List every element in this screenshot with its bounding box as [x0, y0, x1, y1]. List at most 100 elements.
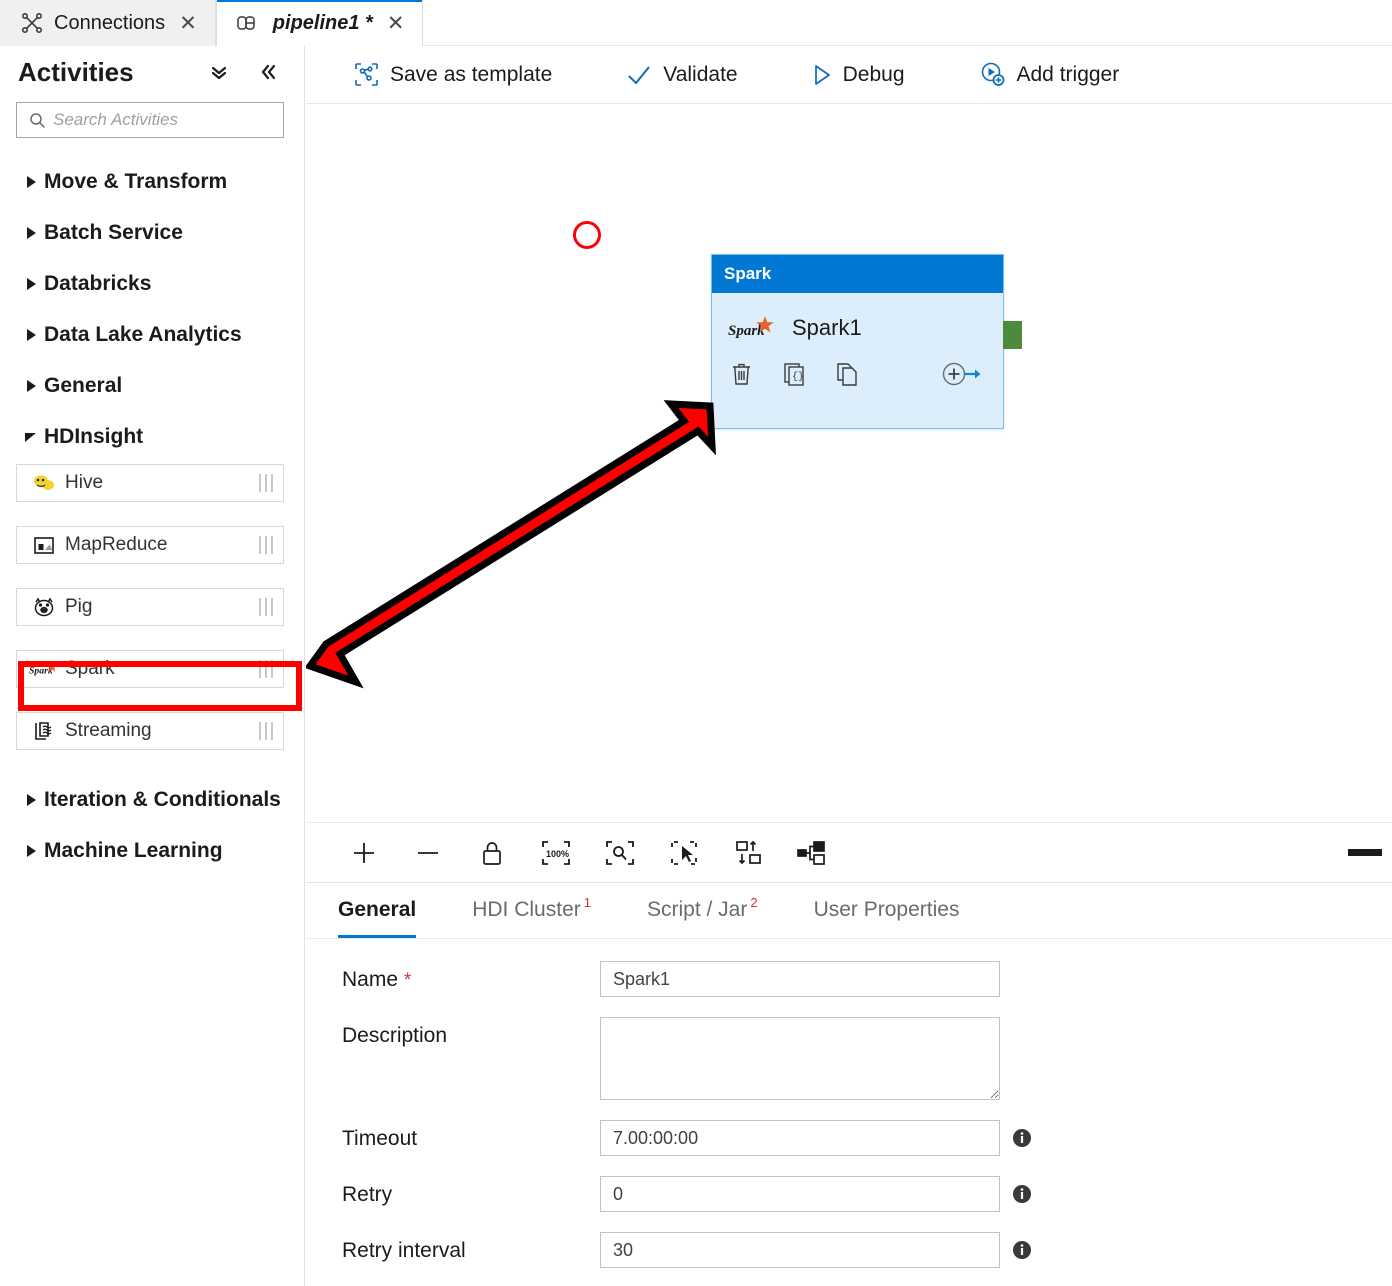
- pipeline-canvas[interactable]: Spark Spark Spark1 {}: [306, 104, 1392, 822]
- tab-general[interactable]: General: [338, 886, 417, 938]
- code-braces-icon[interactable]: {}: [783, 362, 806, 387]
- sidebar-category-machine-learning[interactable]: Machine Learning: [0, 825, 304, 876]
- drag-handle-icon[interactable]: [259, 722, 273, 740]
- activity-label: MapReduce: [65, 534, 168, 555]
- zoom-to-100-button[interactable]: 100%: [534, 831, 578, 875]
- double-chevron-down-icon[interactable]: [204, 57, 234, 87]
- pig-icon: [29, 596, 59, 618]
- node-layout-icon[interactable]: [790, 831, 834, 875]
- red-annotation-arrow: [306, 400, 716, 689]
- activity-item-streaming[interactable]: Streaming: [16, 712, 284, 750]
- cursor-select-icon[interactable]: [662, 831, 706, 875]
- node-activity-name: Spark1: [792, 315, 862, 340]
- zoom-out-button[interactable]: [406, 831, 450, 875]
- sidebar-category-data-lake-analytics[interactable]: Data Lake Analytics: [0, 309, 304, 360]
- node-main: Spark Spark1: [712, 293, 1003, 341]
- sidebar-category-general[interactable]: General: [0, 360, 304, 411]
- chevron-right-icon: [18, 844, 44, 858]
- sidebar-category-move-transform[interactable]: Move & Transform: [0, 156, 304, 207]
- field-row-retry: Retry: [342, 1176, 1392, 1212]
- info-icon[interactable]: [1012, 1128, 1032, 1148]
- field-label-timeout: Timeout: [342, 1127, 418, 1150]
- zoom-in-button[interactable]: [342, 831, 386, 875]
- double-chevron-left-icon[interactable]: [252, 57, 282, 87]
- field-label-name: Name *: [342, 961, 600, 992]
- category-label: General: [44, 373, 123, 397]
- trash-icon[interactable]: [730, 362, 753, 387]
- tab-user-properties[interactable]: User Properties: [814, 886, 960, 938]
- activity-label: Hive: [65, 472, 104, 493]
- output-connector-handle[interactable]: [1003, 321, 1022, 349]
- save-as-template-button[interactable]: Save as template: [354, 54, 574, 96]
- tab-script-jar[interactable]: Script / Jar 2: [647, 886, 758, 938]
- category-label: Machine Learning: [44, 838, 223, 862]
- tab-pipeline1-close[interactable]: ✕: [387, 13, 405, 34]
- properties-panel: General HDI Cluster 1 Script / Jar 2 Use…: [306, 882, 1392, 1286]
- activity-item-spark[interactable]: Spark Spark: [16, 650, 284, 688]
- tab-hdi-cluster-badge: 1: [583, 894, 591, 910]
- tab-connections-label: Connections: [54, 11, 166, 34]
- debug-button[interactable]: Debug: [812, 54, 927, 96]
- tab-hdi-cluster-label: HDI Cluster: [472, 898, 581, 921]
- description-textarea[interactable]: [600, 1017, 1000, 1100]
- info-icon[interactable]: [1012, 1240, 1032, 1260]
- checkmark-icon: [626, 63, 652, 87]
- tab-hdi-cluster[interactable]: HDI Cluster 1: [472, 886, 591, 938]
- node-action-bar: {}: [712, 341, 1003, 387]
- tab-script-jar-label: Script / Jar: [646, 898, 748, 921]
- pipeline-icon: [237, 14, 263, 32]
- activity-item-hive[interactable]: Hive: [16, 464, 284, 502]
- category-label: HDInsight: [44, 424, 144, 448]
- tab-user-properties-label: User Properties: [813, 898, 960, 921]
- name-input[interactable]: [600, 961, 1000, 997]
- auto-align-icon[interactable]: [726, 831, 770, 875]
- minimize-panel-bar[interactable]: [1348, 849, 1382, 856]
- copy-icon[interactable]: [836, 362, 859, 387]
- search-input[interactable]: [53, 104, 283, 136]
- add-output-arrow-icon[interactable]: [941, 361, 981, 387]
- sidebar-category-batch-service[interactable]: Batch Service: [0, 207, 304, 258]
- category-label: Iteration & Conditionals: [44, 787, 281, 811]
- drag-handle-icon[interactable]: [259, 536, 273, 554]
- retry-input[interactable]: [600, 1176, 1000, 1212]
- properties-tab-bar: General HDI Cluster 1 Script / Jar 2 Use…: [306, 883, 1392, 939]
- activity-item-mapreduce[interactable]: MapReduce: [16, 526, 284, 564]
- tab-connections-close[interactable]: ✕: [179, 13, 197, 34]
- sidebar-category-hdinsight[interactable]: HDInsight: [0, 411, 304, 462]
- activity-node-spark1[interactable]: Spark Spark Spark1 {}: [711, 254, 1022, 429]
- play-triangle-icon: [812, 64, 832, 86]
- tab-pipeline1[interactable]: pipeline1 * ✕: [215, 0, 424, 46]
- pipeline-toolbar: Save as template Validate Debug Add trig…: [306, 46, 1392, 104]
- timeout-input[interactable]: [600, 1120, 1000, 1156]
- label-text: Name: [342, 968, 399, 991]
- search-box[interactable]: [16, 102, 284, 138]
- hdinsight-activity-list: Hive MapReduce Pig Spark Spark Streaming: [0, 462, 304, 750]
- lock-icon[interactable]: [470, 831, 514, 875]
- tab-pipeline1-label: pipeline1 *: [272, 11, 373, 34]
- save-template-icon: [354, 62, 379, 87]
- mapreduce-icon: [29, 534, 59, 556]
- drag-handle-icon[interactable]: [259, 474, 273, 492]
- field-row-retry-interval: Retry interval: [342, 1232, 1392, 1268]
- validate-button[interactable]: Validate: [626, 54, 759, 96]
- chevron-right-icon: [18, 226, 44, 240]
- sidebar-category-iteration-conditionals[interactable]: Iteration & Conditionals: [0, 774, 304, 825]
- activity-label: Pig: [65, 596, 93, 617]
- zoom-to-fit-button[interactable]: [598, 831, 642, 875]
- activity-item-pig[interactable]: Pig: [16, 588, 284, 626]
- tab-script-jar-badge: 2: [750, 894, 758, 910]
- spark-icon: Spark: [29, 659, 59, 679]
- sidebar-category-databricks[interactable]: Databricks: [0, 258, 304, 309]
- drag-handle-icon[interactable]: [259, 598, 273, 616]
- add-trigger-button[interactable]: Add trigger: [979, 54, 1142, 96]
- node-header: Spark: [712, 255, 1003, 293]
- category-label: Move & Transform: [44, 169, 228, 193]
- search-icon: [29, 112, 46, 129]
- info-icon[interactable]: [1012, 1184, 1032, 1204]
- field-row-name: Name *: [342, 961, 1392, 997]
- tab-connections[interactable]: Connections ✕: [0, 0, 216, 46]
- field-label-retry: Retry: [342, 1183, 393, 1206]
- drag-handle-icon[interactable]: [259, 660, 273, 678]
- retry-interval-input[interactable]: [600, 1232, 1000, 1268]
- general-form: Name * Description Timeout: [306, 939, 1392, 1268]
